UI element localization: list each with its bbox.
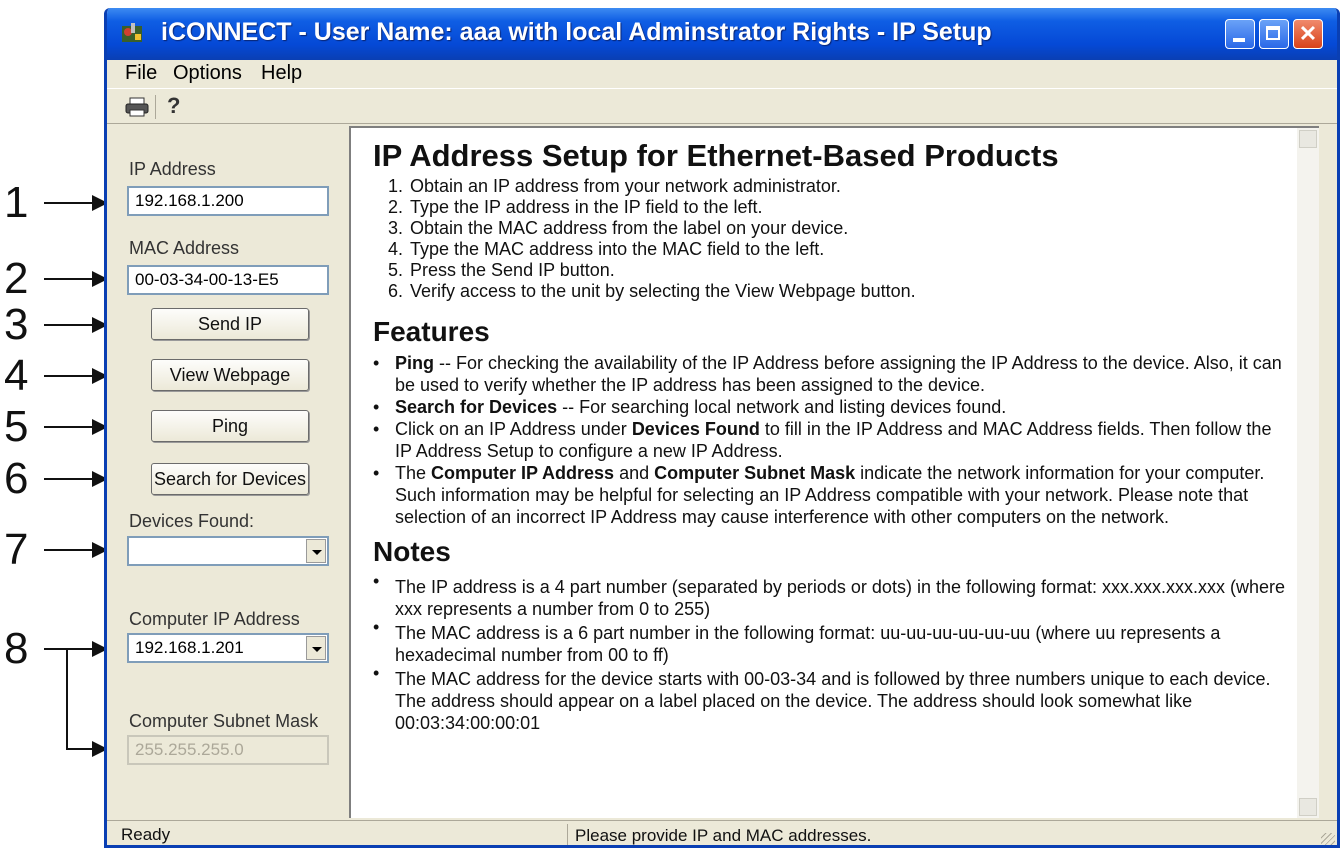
window-title: iCONNECT - User Name: aaa with local Adm… (161, 18, 992, 46)
callout-number: 5 (4, 402, 29, 451)
computer-ip-value: 192.168.1.201 (135, 638, 244, 657)
callout-number: 6 (4, 454, 29, 503)
feature-term: Ping (395, 353, 434, 373)
feature-item: Search for Devices -- For searching loca… (373, 396, 1293, 418)
feature-text: -- For searching local network and listi… (557, 397, 1007, 417)
resize-grip-icon[interactable] (1321, 833, 1335, 845)
notes-list: The IP address is a 4 part number (separ… (373, 570, 1293, 734)
help-content: IP Address Setup for Ethernet-Based Prod… (373, 138, 1293, 736)
status-divider (567, 824, 568, 845)
feature-item: Click on an IP Address under Devices Fou… (373, 418, 1293, 462)
view-webpage-button[interactable]: View Webpage (151, 359, 309, 391)
title-bar[interactable]: iCONNECT - User Name: aaa with local Adm… (107, 8, 1337, 60)
mac-address-input[interactable]: 00-03-34-00-13-E5 (127, 265, 329, 295)
note-item: The MAC address for the device starts wi… (373, 662, 1293, 734)
callout-line (44, 202, 94, 204)
ip-address-label: IP Address (129, 159, 216, 179)
subnet-mask-label: Computer Subnet Mask (129, 711, 319, 731)
feature-text: The (395, 463, 432, 483)
printer-icon[interactable] (125, 97, 149, 117)
callout-line (44, 648, 94, 650)
callout-number: 2 (4, 254, 29, 303)
note-item: The IP address is a 4 part number (separ… (373, 570, 1293, 620)
feature-term: Computer IP Address (431, 463, 615, 483)
callout-line (44, 549, 94, 551)
help-content-pane[interactable]: IP Address Setup for Ethernet-Based Prod… (349, 126, 1319, 818)
help-icon[interactable]: ? (167, 93, 180, 119)
scroll-up-icon[interactable] (1299, 130, 1317, 148)
minimize-button[interactable] (1225, 19, 1255, 49)
status-text: Ready (121, 825, 171, 844)
callout-line (44, 426, 94, 428)
vertical-scrollbar[interactable] (1297, 128, 1319, 818)
callout-number: 3 (4, 300, 29, 349)
note-item: The MAC address is a 6 part number in th… (373, 616, 1293, 666)
setup-heading: IP Address Setup for Ethernet-Based Prod… (373, 138, 1059, 173)
menu-bar: File Options Help (107, 60, 1337, 88)
devices-found-label: Devices Found: (129, 511, 255, 531)
setup-steps: Obtain an IP address from your network a… (373, 176, 1293, 302)
devices-found-select[interactable] (127, 536, 329, 566)
app-window: iCONNECT - User Name: aaa with local Adm… (104, 8, 1340, 848)
callout-bracket (66, 748, 94, 750)
feature-text: -- For checking the availability of the … (395, 353, 1282, 395)
send-ip-button[interactable]: Send IP (151, 308, 309, 340)
callout-number: 1 (4, 178, 29, 227)
feature-text: Click on an IP Address under (395, 419, 632, 439)
scroll-down-icon[interactable] (1299, 798, 1317, 816)
menu-options[interactable]: Options (173, 62, 242, 85)
feature-text: and (614, 463, 655, 483)
notes-heading: Notes (373, 536, 451, 567)
feature-item: Ping -- For checking the availability of… (373, 352, 1293, 396)
step-item: Type the MAC address into the MAC field … (408, 239, 1293, 260)
chevron-down-icon[interactable] (306, 539, 326, 563)
computer-ip-select[interactable]: 192.168.1.201 (127, 633, 329, 663)
toolbar: ? (107, 88, 1337, 124)
status-message: Please provide IP and MAC addresses. (575, 826, 872, 845)
chevron-down-icon[interactable] (306, 636, 326, 660)
features-heading: Features (373, 316, 490, 347)
callout-number: 4 (4, 351, 29, 400)
feature-term: Search for Devices (395, 397, 558, 417)
menu-file[interactable]: File (125, 62, 157, 85)
close-icon: ✕ (1298, 21, 1318, 46)
mac-address-label: MAC Address (129, 238, 240, 258)
subnet-mask-field: 255.255.255.0 (127, 735, 329, 765)
step-item: Type the IP address in the IP field to t… (408, 197, 1293, 218)
callout-line (44, 375, 94, 377)
feature-item: The Computer IP Address and Computer Sub… (373, 462, 1293, 528)
app-icon (122, 23, 142, 42)
search-for-devices-button[interactable]: Search for Devices (151, 463, 309, 495)
feature-term: Devices Found (631, 419, 760, 439)
callout-line (44, 278, 94, 280)
computer-ip-label: Computer IP Address (129, 609, 300, 629)
callout-line (44, 478, 94, 480)
close-button[interactable]: ✕ (1293, 19, 1323, 49)
callout-number: 7 (4, 525, 29, 574)
toolbar-separator (155, 95, 156, 119)
step-item: Obtain an IP address from your network a… (408, 176, 1293, 197)
callout-bracket (66, 648, 68, 750)
callout-line (44, 324, 94, 326)
step-item: Verify access to the unit by selecting t… (408, 281, 1293, 302)
step-item: Obtain the MAC address from the label on… (408, 218, 1293, 239)
ping-button[interactable]: Ping (151, 410, 309, 442)
feature-term: Computer Subnet Mask (654, 463, 856, 483)
features-list: Ping -- For checking the availability of… (373, 352, 1293, 528)
menu-help[interactable]: Help (261, 62, 302, 85)
maximize-button[interactable] (1259, 19, 1289, 49)
step-item: Press the Send IP button. (408, 260, 1293, 281)
ip-address-input[interactable]: 192.168.1.200 (127, 186, 329, 216)
callout-number: 8 (4, 624, 29, 673)
status-bar: Ready Please provide IP and MAC addresse… (107, 820, 1337, 845)
